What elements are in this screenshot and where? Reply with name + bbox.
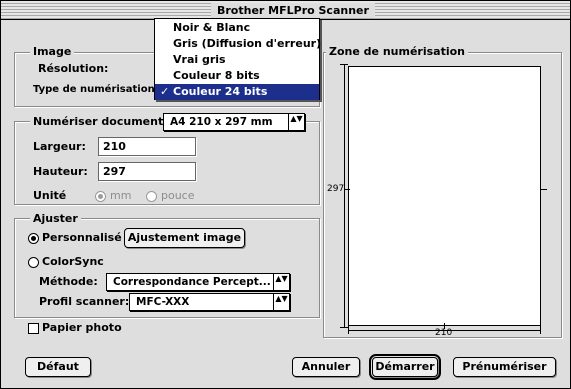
popup-arrows-icon: ▲▼: [273, 274, 289, 290]
vertical-ruler-mid: [344, 189, 350, 190]
document-size-value: A4 210 x 297 mm: [170, 116, 273, 128]
right-ruler-mid: [541, 189, 547, 190]
vertical-ruler: [344, 64, 345, 328]
width-ruler-label: 210: [435, 328, 453, 338]
horizontal-ruler-cap-right: [540, 326, 541, 334]
unit-inch-radio[interactable]: [146, 191, 157, 202]
menu-item-black-white[interactable]: Noir & Blanc: [155, 20, 319, 36]
menu-item-color-8bit[interactable]: Couleur 8 bits: [155, 68, 319, 84]
width-field[interactable]: 210: [98, 137, 196, 156]
unit-inch-label: pouce: [161, 189, 195, 202]
cancel-button[interactable]: Annuler: [292, 357, 360, 377]
unit-mm-label: mm: [110, 189, 132, 202]
adjust-image-button[interactable]: Ajustement image: [124, 228, 245, 248]
menu-item-color-24bit[interactable]: ✓ Couleur 24 bits: [155, 84, 319, 100]
scan-type-menu: Noir & Blanc Gris (Diffusion d'erreur) V…: [154, 18, 321, 100]
menu-item-true-gray[interactable]: Vrai gris: [155, 52, 319, 68]
resolution-label: Résolution:: [38, 62, 109, 75]
document-group-label: Numériser document: [30, 115, 167, 128]
document-size-select[interactable]: A4 210 x 297 mm ▲▼: [163, 113, 305, 131]
colorsync-radio[interactable]: [28, 257, 39, 268]
height-ruler-label: 297: [327, 184, 345, 194]
custom-radio[interactable]: [28, 233, 39, 244]
prescan-button[interactable]: Prénumériser: [453, 357, 556, 377]
method-label: Méthode:: [39, 275, 98, 288]
unit-mm-radio[interactable]: [95, 191, 106, 202]
checkmark-icon: ✓: [160, 85, 170, 98]
adjust-group-label: Ajuster: [30, 212, 81, 225]
vertical-ruler-cap-bottom: [340, 327, 348, 328]
image-group-label: Image: [30, 45, 75, 58]
unit-label: Unité: [33, 189, 67, 202]
height-label: Hauteur:: [33, 165, 88, 178]
menu-item-gray-error-diffusion[interactable]: Gris (Diffusion d'erreur): [155, 36, 321, 52]
photo-paper-label: Papier photo: [42, 321, 122, 334]
vertical-ruler-cap-top: [340, 64, 348, 65]
default-button[interactable]: Défaut: [25, 357, 91, 377]
photo-paper-checkbox[interactable]: [28, 323, 39, 334]
start-button[interactable]: Démarrer: [369, 354, 441, 380]
scan-type-label: Type de numérisation:: [33, 84, 159, 95]
scanner-window: Brother MFLPro Scanner Image Résolution:…: [0, 0, 571, 389]
width-label: Largeur:: [33, 140, 86, 153]
custom-label: Personnalisé: [42, 231, 122, 244]
colorsync-label: ColorSync: [42, 255, 104, 268]
scan-preview-area[interactable]: [348, 66, 541, 326]
height-field[interactable]: 297: [98, 162, 196, 181]
popup-arrows-icon: ▲▼: [288, 114, 304, 130]
popup-arrows-icon: ▲▼: [273, 294, 289, 310]
window-title: Brother MFLPro Scanner: [211, 3, 375, 18]
method-select[interactable]: Correspondance Percept... ▲▼: [106, 273, 290, 291]
scanner-profile-value: MFC-XXX: [136, 296, 190, 308]
method-value: Correspondance Percept...: [113, 276, 271, 288]
scan-area-label: Zone de numérisation: [326, 45, 468, 58]
scanner-profile-select[interactable]: MFC-XXX ▲▼: [129, 293, 290, 311]
scanner-profile-label: Profil scanner:: [39, 295, 130, 308]
horizontal-ruler-cap-left: [348, 326, 349, 334]
